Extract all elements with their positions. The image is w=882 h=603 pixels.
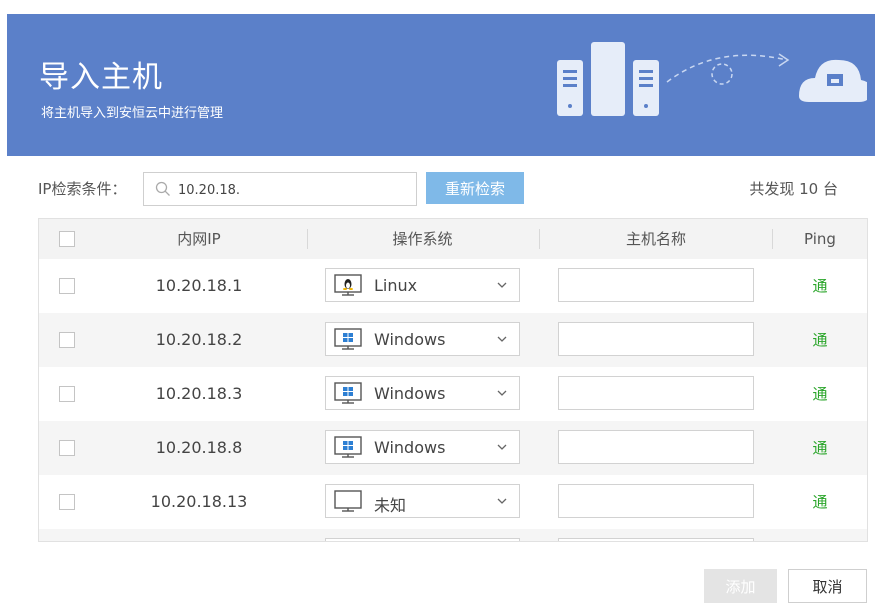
search-box[interactable] [143,172,417,206]
ip-cell: 10.20.18.13 [150,492,248,511]
os-select[interactable]: Linux [325,268,520,302]
windows-icon [334,436,362,458]
col-header-ip: 内网IP [177,230,221,248]
hostname-input[interactable] [558,538,754,541]
os-select[interactable]: Windows [325,376,520,410]
hostname-input[interactable] [558,322,754,356]
ip-cell: 10.20.18.3 [155,384,243,403]
row-checkbox[interactable] [59,494,75,510]
windows-icon [334,382,362,404]
os-select[interactable] [325,538,520,541]
os-label: Windows [374,438,446,457]
os-label: Windows [374,330,446,349]
linux-icon [334,274,362,296]
chevron-down-icon [497,444,507,450]
chevron-down-icon [497,336,507,342]
ping-status: 通 [812,277,828,295]
os-label: Linux [374,276,418,295]
row-checkbox[interactable] [59,386,75,402]
col-divider [307,229,308,249]
os-label: Windows [374,384,446,403]
row-checkbox[interactable] [59,332,75,348]
dialog-header: 导入主机 将主机导入到安恒云中进行管理 [7,14,875,156]
host-table: 内网IP 操作系统 主机名称 Ping 10.20.18.1 Linux 通 1… [38,218,868,542]
ping-status: 通 [812,493,828,511]
table-row-partial [39,529,867,541]
ping-status: 通 [812,439,828,457]
chevron-down-icon [497,498,507,504]
table-row: 10.20.18.1 Linux 通 [39,259,867,313]
os-select[interactable]: 未知 [325,484,520,518]
add-button[interactable]: 添加 [704,569,777,603]
ip-cell: 10.20.18.1 [155,276,243,295]
row-checkbox[interactable] [59,440,75,456]
search-row: IP检索条件： 重新检索 共发现 10 台 [38,172,838,206]
server-cloud-illustration [557,42,867,116]
monitor-icon [334,490,362,512]
ping-status: 通 [812,331,828,349]
select-all-checkbox[interactable] [59,231,75,247]
research-button[interactable]: 重新检索 [426,172,524,204]
col-header-ping: Ping [804,230,836,248]
chevron-down-icon [497,390,507,396]
col-header-os: 操作系统 [392,230,453,248]
col-header-hostname: 主机名称 [625,230,686,248]
col-divider [539,229,540,249]
table-row: 10.20.18.3 Windows 通 [39,367,867,421]
search-input[interactable] [176,178,410,202]
row-checkbox[interactable] [59,278,75,294]
ip-cell: 10.20.18.8 [155,438,243,457]
os-select[interactable]: Windows [325,430,520,464]
ping-status: 通 [812,385,828,403]
found-count: 共发现 10 台 [749,180,838,198]
cancel-button[interactable]: 取消 [788,569,867,603]
hostname-input[interactable] [558,268,754,302]
hostname-input[interactable] [558,484,754,518]
search-label: IP检索条件： [38,180,127,198]
os-label: 未知 [374,496,407,515]
table-header: 内网IP 操作系统 主机名称 Ping [39,219,867,259]
os-select[interactable]: Windows [325,322,520,356]
table-row: 10.20.18.8 Windows 通 [39,421,867,475]
table-row: 10.20.18.13 未知 通 [39,475,867,529]
ip-cell: 10.20.18.2 [155,330,243,349]
search-icon [155,181,170,196]
hostname-input[interactable] [558,430,754,464]
dialog-subtitle: 将主机导入到安恒云中进行管理 [41,106,224,121]
hostname-input[interactable] [558,376,754,410]
table-row: 10.20.18.2 Windows 通 [39,313,867,367]
dialog-title: 导入主机 [39,60,163,95]
chevron-down-icon [497,282,507,288]
windows-icon [334,328,362,350]
col-divider [772,229,773,249]
